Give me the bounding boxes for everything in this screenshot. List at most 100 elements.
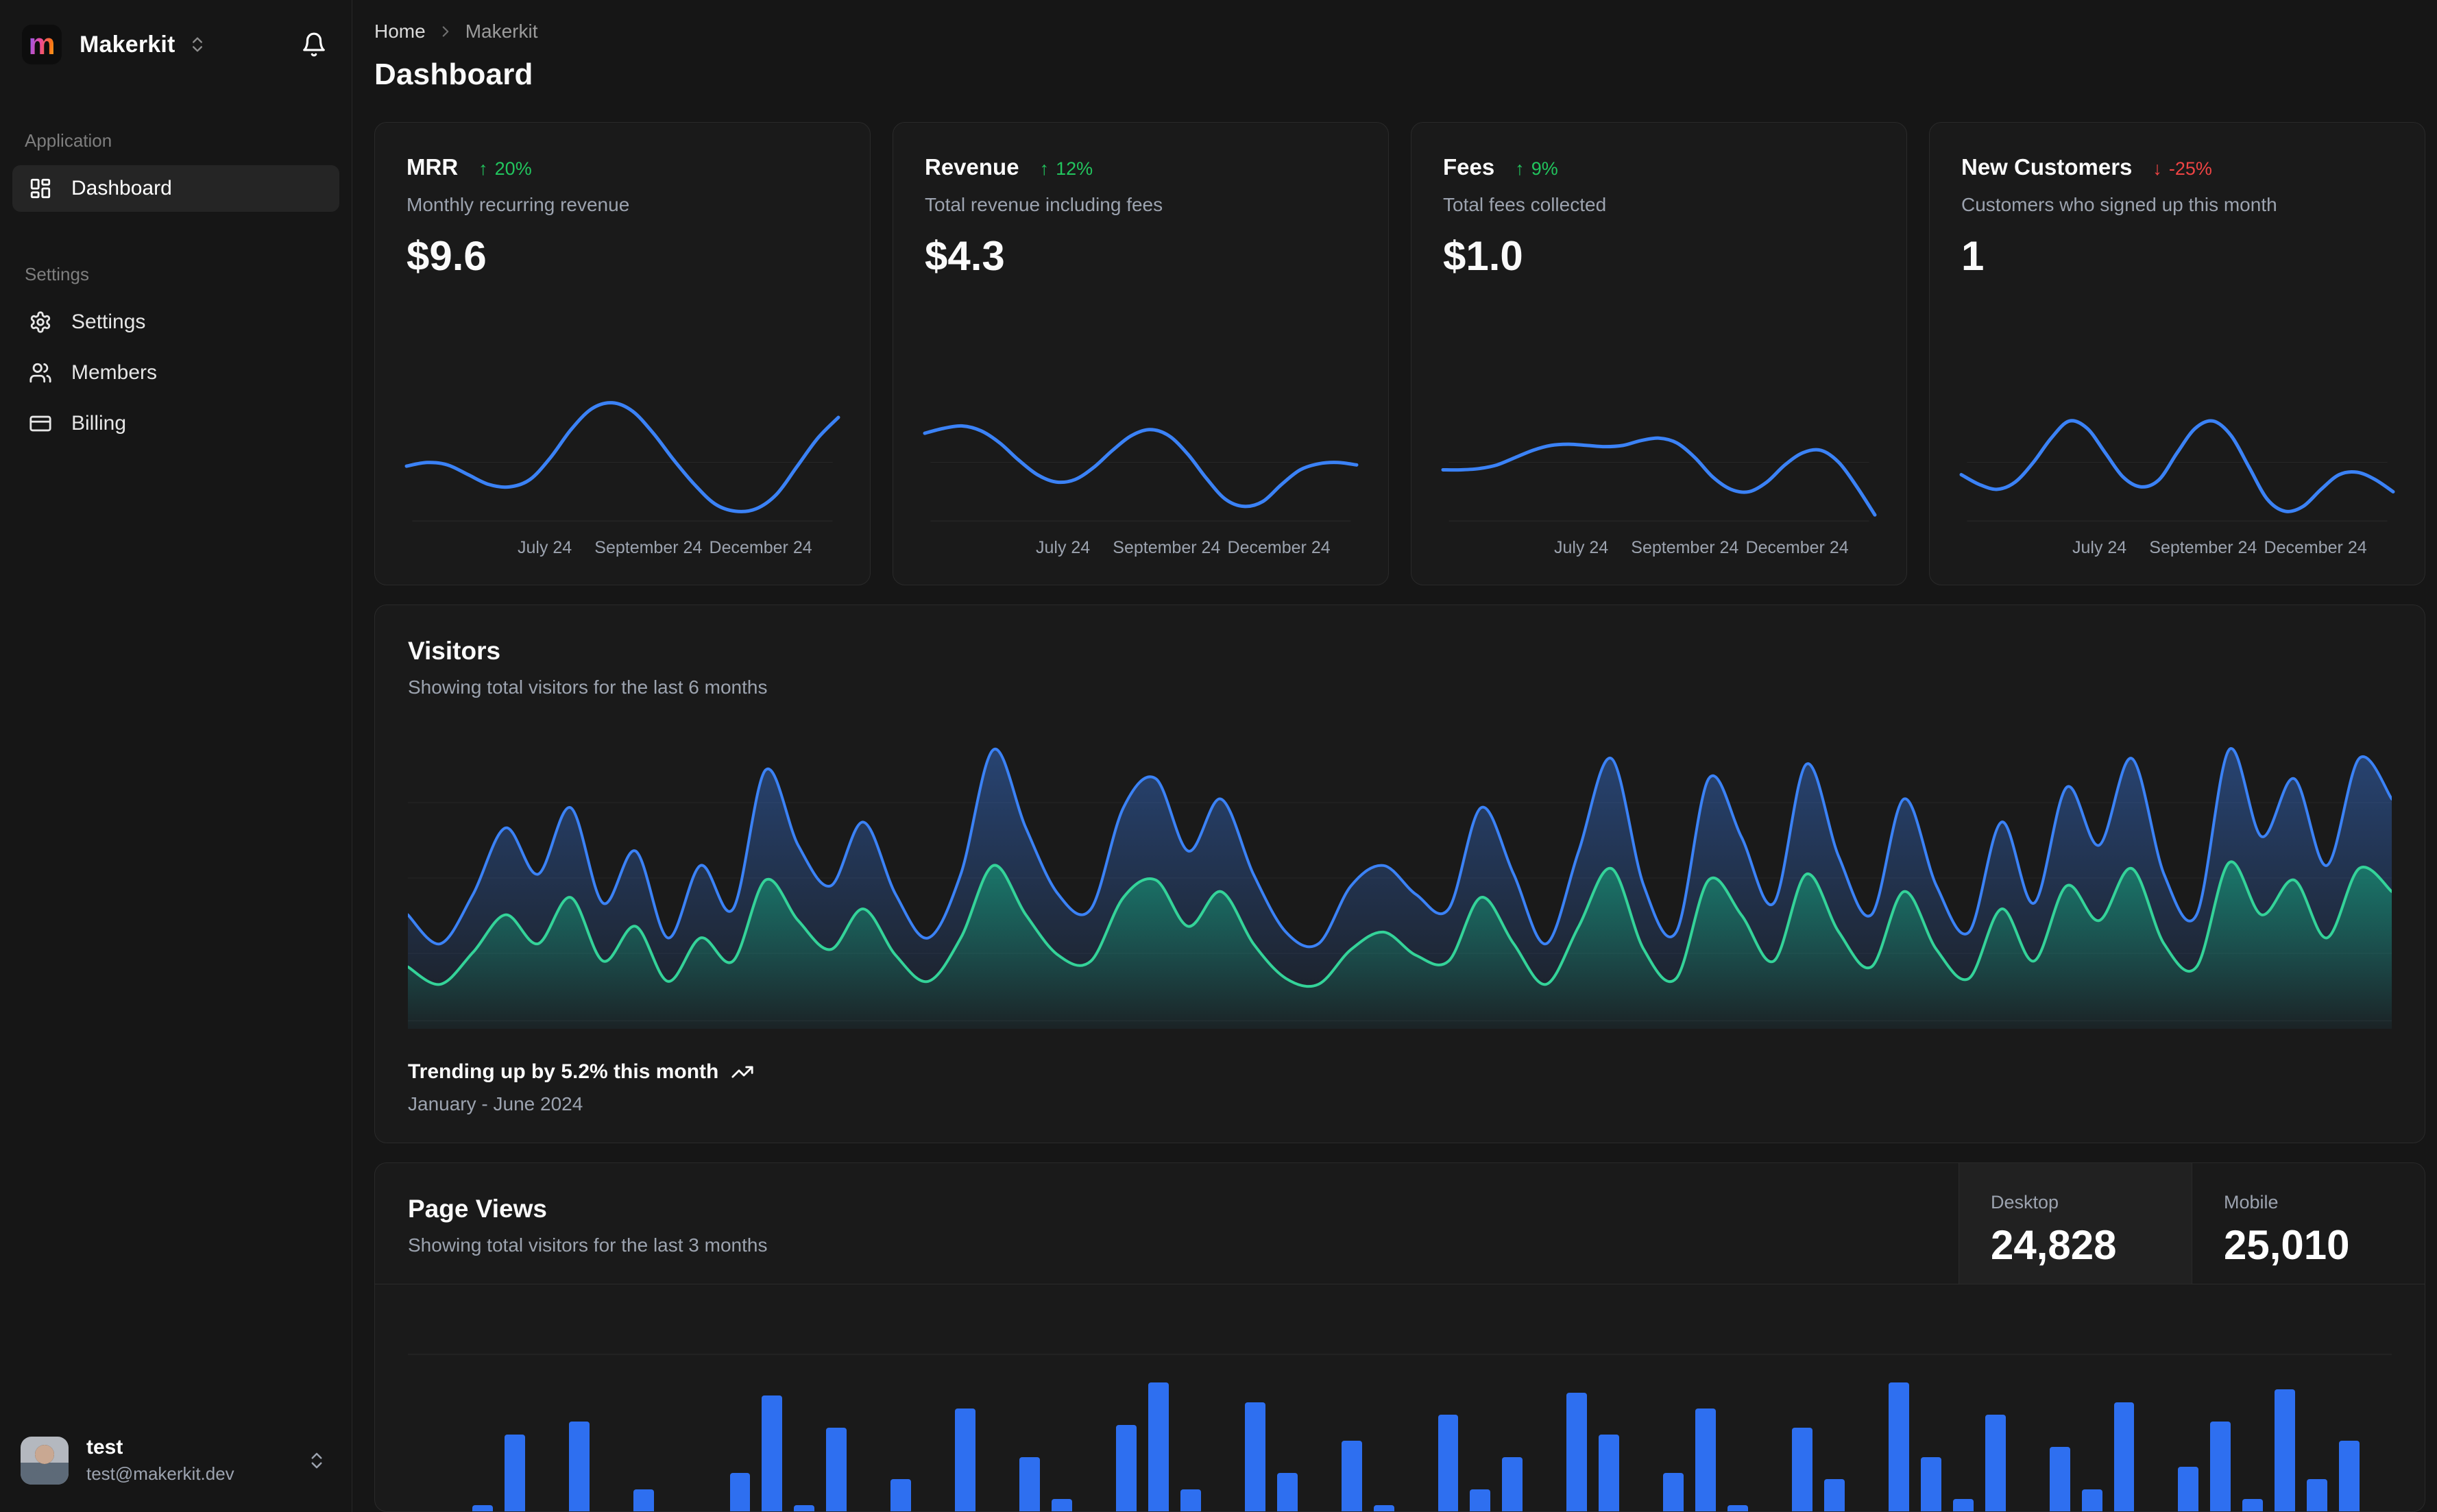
fees-sparkline-chart xyxy=(1443,390,1875,527)
stat-card-fees: Fees ↑ 9% Total fees collected $1.0 July … xyxy=(1411,122,1907,585)
visitors-trend-footer: Trending up by 5.2% this month xyxy=(408,1060,2392,1084)
bar xyxy=(2210,1421,2231,1511)
bar xyxy=(1952,1498,1974,1511)
trend-arrow-icon: ↑ xyxy=(1515,158,1525,179)
bar xyxy=(1244,1402,1265,1511)
sidebar-item-label: Members xyxy=(71,361,158,384)
stat-card-revenue: Revenue ↑ 12% Total revenue including fee… xyxy=(893,122,1389,585)
stat-subtitle: Customers who signed up this month xyxy=(1961,194,2277,215)
new-customers-sparkline-chart xyxy=(1961,390,2393,527)
workspace-switcher[interactable]: m Makerkit xyxy=(0,19,352,70)
page-views-title: Page Views xyxy=(408,1195,547,1223)
bar xyxy=(1180,1489,1201,1511)
revenue-sparkline-chart xyxy=(925,390,1357,527)
bar xyxy=(568,1421,590,1511)
visitors-area-chart xyxy=(408,727,2392,1029)
bar xyxy=(1566,1392,1588,1511)
credit-card-icon xyxy=(29,415,51,432)
user-email: test@makerkit.dev xyxy=(86,1463,234,1484)
bar xyxy=(1438,1415,1459,1511)
avatar xyxy=(21,1436,69,1485)
stat-title: MRR xyxy=(407,154,459,180)
makerkit-logo: m xyxy=(22,25,62,64)
stats-row: MRR ↑ 20% Monthly recurring revenue $9.6 … xyxy=(374,122,2425,585)
stat-card-mrr: MRR ↑ 20% Monthly recurring revenue $9.6 … xyxy=(374,122,871,585)
sidebar: m Makerkit Application Dashboard Setting… xyxy=(0,0,352,1512)
visitors-title: Visitors xyxy=(408,637,501,665)
user-account-menu[interactable]: test test@makerkit.dev xyxy=(0,1422,352,1496)
page-views-tabs: Desktop 24,828 Mobile 25,010 xyxy=(1959,1163,2425,1284)
layout-dashboard-icon xyxy=(30,178,51,199)
bar xyxy=(2275,1389,2296,1511)
visitors-date-range: January - June 2024 xyxy=(408,1093,583,1114)
sidebar-item-label: Settings xyxy=(71,310,146,333)
trend-arrow-icon: ↑ xyxy=(478,158,488,179)
bar xyxy=(1276,1473,1298,1511)
user-name: test xyxy=(86,1436,123,1459)
trend-badge: ↓ -25% xyxy=(2153,158,2212,179)
bar xyxy=(1148,1382,1169,1511)
bar xyxy=(1920,1456,1941,1511)
bar xyxy=(2113,1402,2135,1511)
stat-title: Revenue xyxy=(925,154,1019,180)
stat-title: New Customers xyxy=(1961,154,2133,180)
workspace-name: Makerkit xyxy=(80,31,175,58)
stat-value: $1.0 xyxy=(1443,233,1523,279)
page-views-subtitle: Showing total visitors for the last 3 mo… xyxy=(408,1234,768,1256)
tab-mobile[interactable]: Mobile 25,010 xyxy=(2192,1163,2425,1284)
main-content: Home Makerkit Dashboard MRR ↑ 20% Monthly… xyxy=(352,0,2437,1512)
notifications-bell-button[interactable] xyxy=(301,32,327,58)
sidebar-item-label: Billing xyxy=(71,412,127,435)
bar xyxy=(633,1489,654,1511)
bar xyxy=(2339,1441,2360,1511)
mrr-sparkline-chart xyxy=(407,390,838,527)
sidebar-item-settings[interactable]: Settings xyxy=(12,299,339,345)
bar xyxy=(2049,1447,2070,1511)
stat-value: $9.6 xyxy=(407,233,487,279)
sidebar-nav: Dashboard xyxy=(0,165,352,216)
bar xyxy=(1599,1434,1620,1511)
users-icon xyxy=(29,363,51,383)
bar xyxy=(762,1395,783,1511)
stat-value: 1 xyxy=(1961,233,1985,279)
chevrons-up-down-icon xyxy=(188,35,207,54)
stat-card-new-customers: New Customers ↓ -25% Customers who signed… xyxy=(1929,122,2425,585)
stat-subtitle: Monthly recurring revenue xyxy=(407,194,630,215)
bar xyxy=(1019,1456,1041,1511)
section-label-settings: Settings xyxy=(25,264,89,284)
sparkline-x-axis: July 24 September 24 December 24 xyxy=(2072,538,2367,557)
chevron-right-icon xyxy=(437,23,454,40)
chevrons-up-down-icon xyxy=(306,1450,327,1471)
sparkline-x-axis: July 24 September 24 December 24 xyxy=(517,538,812,557)
sidebar-item-members[interactable]: Members xyxy=(12,350,339,396)
sidebar-item-billing[interactable]: Billing xyxy=(12,400,339,447)
bar xyxy=(1823,1479,1845,1511)
breadcrumb-current: Makerkit xyxy=(465,21,538,42)
bar xyxy=(1985,1415,2006,1511)
sidebar-item-dashboard[interactable]: Dashboard xyxy=(12,165,339,212)
trend-badge: ↑ 9% xyxy=(1515,158,1558,179)
sparkline-x-axis: July 24 September 24 December 24 xyxy=(1553,538,1849,557)
visitors-card: Visitors Showing total visitors for the … xyxy=(374,605,2425,1143)
bar xyxy=(1341,1441,1362,1511)
bar xyxy=(890,1479,912,1511)
bar xyxy=(826,1428,847,1511)
visitors-subtitle: Showing total visitors for the last 6 mo… xyxy=(408,676,768,698)
tab-desktop[interactable]: Desktop 24,828 xyxy=(1959,1163,2192,1284)
bar xyxy=(1470,1489,1491,1511)
bar xyxy=(1052,1498,1073,1511)
bar xyxy=(472,1505,493,1511)
trend-badge: ↑ 12% xyxy=(1039,158,1093,179)
bar xyxy=(1663,1473,1684,1511)
stat-value: $4.3 xyxy=(925,233,1005,279)
breadcrumb-home-link[interactable]: Home xyxy=(374,21,426,42)
page-views-bar-chart xyxy=(408,1312,2392,1511)
trend-badge: ↑ 20% xyxy=(478,158,532,179)
bar xyxy=(504,1434,525,1511)
stat-title: Fees xyxy=(1443,154,1495,180)
bar xyxy=(1791,1428,1812,1511)
bar xyxy=(2242,1498,2264,1511)
trending-up-icon xyxy=(731,1066,753,1078)
trend-arrow-icon: ↑ xyxy=(1039,158,1050,179)
bar xyxy=(1115,1424,1137,1511)
